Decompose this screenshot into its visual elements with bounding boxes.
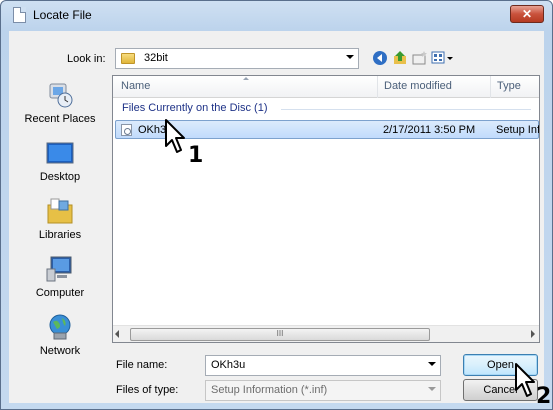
- place-label: Recent Places: [24, 113, 96, 125]
- folder-icon: [121, 53, 135, 64]
- file-name-label: File name:: [116, 359, 168, 371]
- up-folder-icon: [394, 51, 406, 64]
- scroll-thumb[interactable]: III: [130, 328, 430, 341]
- scroll-left-icon[interactable]: [115, 330, 119, 338]
- place-recent-places[interactable]: Recent Places: [11, 81, 109, 141]
- sort-ascending-icon: [243, 77, 249, 80]
- place-network[interactable]: Network: [11, 313, 109, 373]
- scroll-right-icon[interactable]: [531, 330, 535, 338]
- mouse-pointer-icon: [165, 119, 185, 153]
- file-type-cell: Setup Info: [496, 124, 540, 136]
- file-date-cell: 2/17/2011 3:50 PM: [383, 124, 476, 136]
- file-type-dropdown[interactable]: Setup Information (*.inf): [205, 380, 441, 401]
- horizontal-scrollbar[interactable]: III: [113, 325, 539, 342]
- window-title: Locate File: [33, 8, 92, 22]
- column-divider[interactable]: [490, 76, 491, 98]
- up-folder-button[interactable]: [391, 50, 409, 68]
- lookin-value: 32bit: [144, 52, 168, 64]
- place-label: Desktop: [39, 171, 81, 183]
- close-button[interactable]: ✕: [510, 5, 544, 23]
- file-name-field[interactable]: OKh3u: [205, 355, 441, 376]
- column-type[interactable]: Type: [497, 80, 521, 92]
- title-bar: Locate File ✕: [1, 1, 552, 29]
- file-type-label: Files of type:: [116, 384, 179, 396]
- new-folder-icon: [412, 51, 427, 65]
- views-button[interactable]: [431, 50, 455, 68]
- place-label: Computer: [35, 287, 85, 299]
- group-header[interactable]: Files Currently on the Disc (1): [122, 102, 268, 114]
- file-type-value: Setup Information (*.inf): [211, 384, 328, 396]
- back-button[interactable]: [371, 50, 389, 68]
- place-computer[interactable]: Computer: [11, 255, 109, 315]
- mouse-pointer-icon: [515, 363, 535, 397]
- lookin-dropdown[interactable]: 32bit: [115, 48, 359, 69]
- places-bar: Recent Places Desktop Libraries Computer…: [11, 75, 109, 375]
- chevron-down-icon: [428, 387, 436, 391]
- place-label: Network: [39, 345, 81, 357]
- document-icon: [13, 7, 26, 23]
- column-name[interactable]: Name: [121, 80, 150, 92]
- locate-file-dialog: Locate File ✕ Look in: 32bit Recent Plac…: [0, 0, 553, 410]
- recent-places-icon: [49, 83, 73, 108]
- column-date-modified[interactable]: Date modified: [384, 80, 452, 92]
- new-folder-button[interactable]: [411, 50, 429, 68]
- chevron-down-icon[interactable]: [428, 362, 436, 366]
- libraries-icon: [47, 198, 73, 224]
- dialog-body: Look in: 32bit Recent Places Desktop Lib…: [9, 31, 544, 403]
- views-icon: [431, 51, 453, 64]
- setup-info-file-icon: [121, 124, 132, 136]
- file-list[interactable]: Name Date modified Type Files Currently …: [112, 75, 540, 343]
- place-desktop[interactable]: Desktop: [11, 139, 109, 199]
- column-divider[interactable]: [377, 76, 378, 98]
- lookin-label: Look in:: [67, 53, 106, 65]
- step-number-1: 1: [188, 143, 204, 168]
- back-icon: [373, 51, 387, 65]
- computer-icon: [46, 256, 72, 282]
- chevron-down-icon: [346, 55, 354, 59]
- place-libraries[interactable]: Libraries: [11, 197, 109, 257]
- place-label: Libraries: [38, 229, 82, 241]
- step-number-2: 2: [536, 384, 552, 409]
- desktop-icon: [46, 142, 74, 164]
- file-name-value: OKh3u: [211, 359, 246, 371]
- network-icon: [49, 314, 71, 340]
- column-header: Name Date modified Type: [113, 76, 539, 98]
- group-divider: [281, 109, 531, 110]
